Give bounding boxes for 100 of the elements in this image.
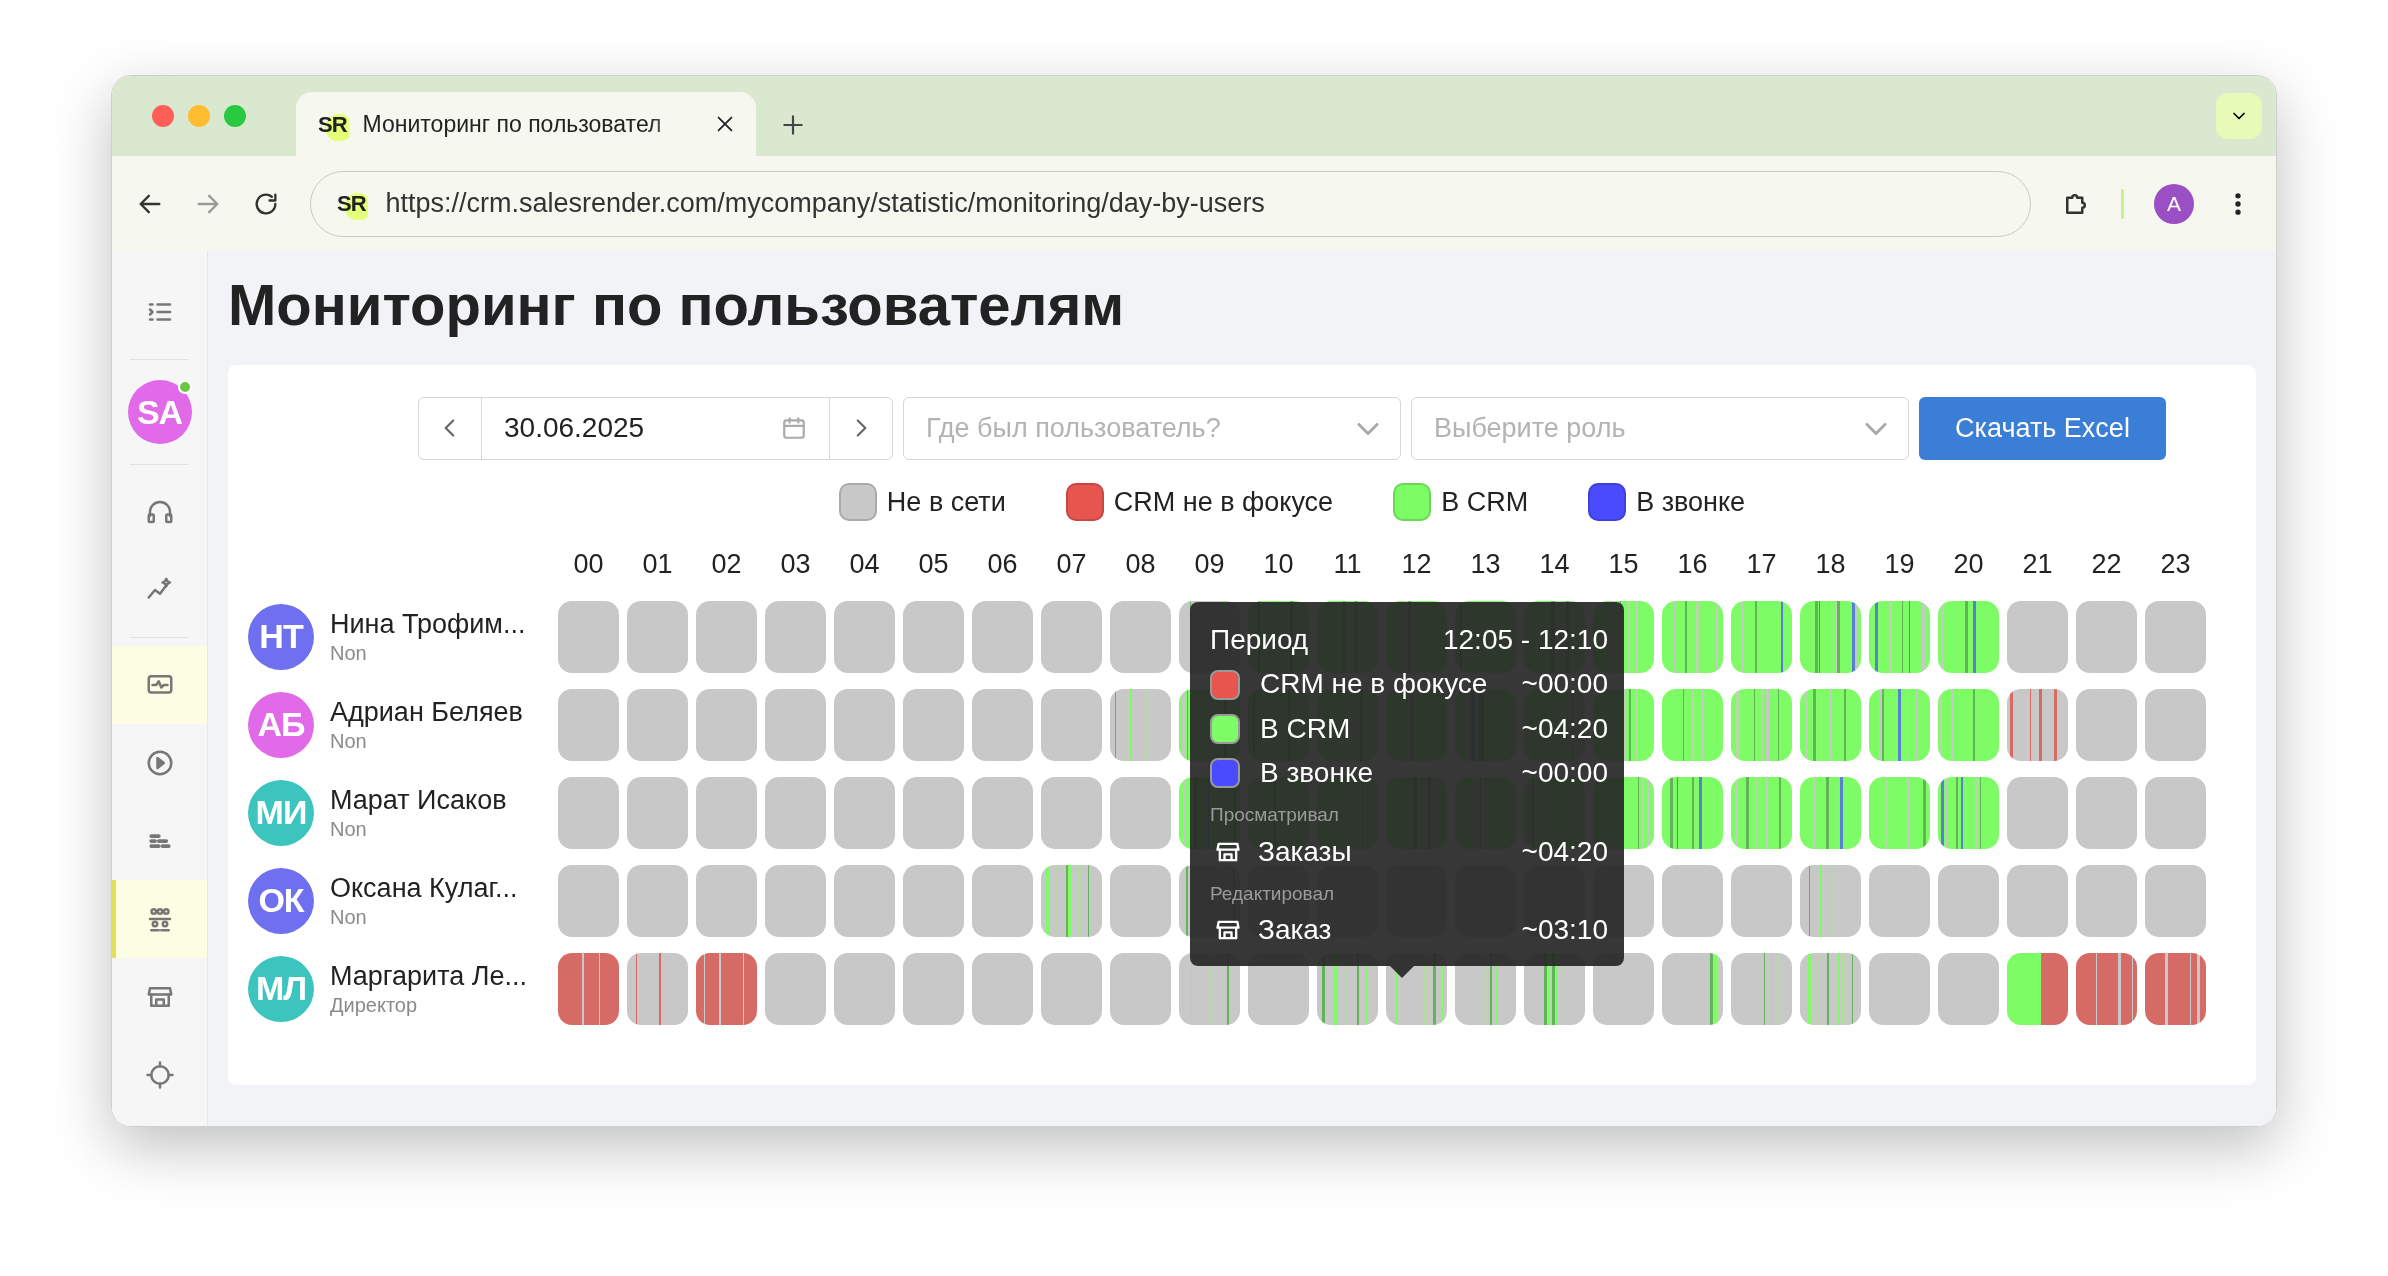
activity-cell[interactable] <box>1662 600 1723 673</box>
date-picker[interactable]: 30.06.2025 <box>418 396 893 460</box>
activity-cell[interactable] <box>2145 952 2206 1025</box>
address-bar[interactable]: SR https://crm.salesrender.com/mycompany/statistic/monitoring/day-by-users <box>310 170 2031 237</box>
window-control[interactable] <box>224 105 246 127</box>
activity-cell[interactable] <box>903 952 964 1025</box>
activity-cell[interactable] <box>1938 688 1999 761</box>
activity-cell[interactable] <box>765 600 826 673</box>
activity-cell[interactable] <box>903 688 964 761</box>
activity-cell[interactable] <box>2076 776 2137 849</box>
activity-cell[interactable] <box>972 776 1033 849</box>
sidebar-item[interactable] <box>112 880 207 958</box>
tab-list-button[interactable] <box>2216 93 2262 139</box>
activity-cell[interactable] <box>1869 600 1930 673</box>
activity-cell[interactable] <box>558 688 619 761</box>
activity-cell[interactable] <box>1800 864 1861 937</box>
activity-cell[interactable] <box>1662 688 1723 761</box>
activity-cell[interactable] <box>627 864 688 937</box>
activity-cell[interactable] <box>696 600 757 673</box>
activity-cell[interactable] <box>1800 600 1861 673</box>
activity-cell[interactable] <box>1731 688 1792 761</box>
activity-cell[interactable] <box>1869 864 1930 937</box>
activity-cell[interactable] <box>1662 952 1723 1025</box>
activity-cell[interactable] <box>1041 776 1102 849</box>
activity-cell[interactable] <box>1731 952 1792 1025</box>
activity-cell[interactable] <box>558 952 619 1025</box>
role-select[interactable]: Выберите роль <box>1411 396 1909 460</box>
activity-cell[interactable] <box>1041 952 1102 1025</box>
activity-cell[interactable] <box>558 600 619 673</box>
activity-cell[interactable] <box>1593 952 1654 1025</box>
activity-cell[interactable] <box>1041 864 1102 937</box>
activity-cell[interactable] <box>627 688 688 761</box>
activity-cell[interactable] <box>1110 952 1171 1025</box>
activity-cell[interactable] <box>765 776 826 849</box>
activity-cell[interactable] <box>1869 688 1930 761</box>
activity-cell[interactable] <box>1110 688 1171 761</box>
activity-cell[interactable] <box>903 600 964 673</box>
activity-cell[interactable] <box>558 776 619 849</box>
activity-cell[interactable] <box>627 776 688 849</box>
activity-cell[interactable] <box>696 688 757 761</box>
activity-cell[interactable] <box>1869 776 1930 849</box>
activity-cell[interactable] <box>696 776 757 849</box>
activity-cell[interactable] <box>1938 600 1999 673</box>
activity-cell[interactable] <box>696 864 757 937</box>
activity-cell[interactable] <box>834 776 895 849</box>
activity-cell[interactable] <box>834 600 895 673</box>
activity-cell[interactable] <box>972 952 1033 1025</box>
window-control[interactable] <box>188 105 210 127</box>
calendar-icon[interactable] <box>781 415 807 442</box>
activity-cell[interactable] <box>2007 688 2068 761</box>
activity-cell[interactable] <box>903 776 964 849</box>
activity-cell[interactable] <box>1869 952 1930 1025</box>
activity-cell[interactable] <box>558 864 619 937</box>
activity-cell[interactable] <box>2007 776 2068 849</box>
activity-cell[interactable] <box>1110 864 1171 937</box>
activity-cell[interactable] <box>1938 776 1999 849</box>
download-excel-button[interactable]: Скачать Excel <box>1919 396 2166 460</box>
activity-cell[interactable] <box>2007 600 2068 673</box>
browser-tab[interactable]: SR Мониторинг по пользовател <box>296 92 756 156</box>
activity-cell[interactable] <box>1731 776 1792 849</box>
activity-cell[interactable] <box>1662 776 1723 849</box>
activity-cell[interactable] <box>2076 688 2137 761</box>
activity-cell[interactable] <box>1662 864 1723 937</box>
activity-cell[interactable] <box>765 864 826 937</box>
activity-cell[interactable] <box>2145 600 2206 673</box>
activity-cell[interactable] <box>2076 952 2137 1025</box>
activity-cell[interactable] <box>627 600 688 673</box>
activity-cell[interactable] <box>2145 776 2206 849</box>
location-select[interactable]: Где был пользователь? <box>903 396 1401 460</box>
activity-cell[interactable] <box>1800 688 1861 761</box>
activity-cell[interactable] <box>2145 864 2206 937</box>
activity-cell[interactable] <box>765 688 826 761</box>
activity-cell[interactable] <box>834 688 895 761</box>
activity-cell[interactable] <box>1110 600 1171 673</box>
activity-cell[interactable] <box>2076 600 2137 673</box>
activity-cell[interactable] <box>903 864 964 937</box>
sidebar-item[interactable] <box>112 646 207 724</box>
activity-cell[interactable] <box>1041 600 1102 673</box>
activity-cell[interactable] <box>696 952 757 1025</box>
activity-cell[interactable] <box>2007 952 2068 1025</box>
activity-cell[interactable] <box>1800 776 1861 849</box>
activity-cell[interactable] <box>1731 864 1792 937</box>
activity-cell[interactable] <box>834 952 895 1025</box>
new-tab-icon[interactable] <box>780 112 806 138</box>
activity-cell[interactable] <box>972 864 1033 937</box>
activity-cell[interactable] <box>2145 688 2206 761</box>
activity-cell[interactable] <box>765 952 826 1025</box>
activity-cell[interactable] <box>2076 864 2137 937</box>
activity-cell[interactable] <box>1110 776 1171 849</box>
activity-cell[interactable] <box>834 864 895 937</box>
profile-avatar[interactable]: A <box>2154 183 2194 224</box>
activity-cell[interactable] <box>1800 952 1861 1025</box>
activity-cell[interactable] <box>2007 864 2068 937</box>
activity-cell[interactable] <box>1938 864 1999 937</box>
window-control[interactable] <box>152 105 174 127</box>
activity-cell[interactable] <box>972 688 1033 761</box>
activity-cell[interactable] <box>627 952 688 1025</box>
activity-cell[interactable] <box>1938 952 1999 1025</box>
activity-cell[interactable] <box>972 600 1033 673</box>
activity-cell[interactable] <box>1041 688 1102 761</box>
